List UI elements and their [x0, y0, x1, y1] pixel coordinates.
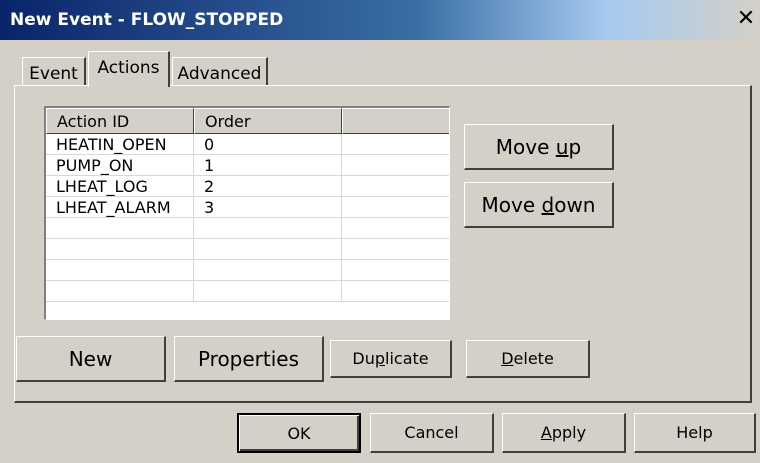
tab-advanced[interactable]: Advanced — [172, 57, 268, 85]
tab-actions[interactable]: Actions — [88, 51, 170, 87]
table-row[interactable]: LHEAT_ALARM 3 — [46, 197, 449, 218]
button-label: Du — [352, 349, 375, 368]
tab-label: Advanced — [177, 64, 262, 84]
close-icon[interactable]: ✕ — [736, 8, 756, 30]
hotkey-letter: D — [501, 349, 514, 368]
tab-event[interactable]: Event — [22, 57, 86, 85]
move-down-button[interactable]: Move d own — [464, 182, 614, 228]
empty-row — [46, 281, 449, 302]
empty-row — [46, 239, 449, 260]
cell-empty — [342, 134, 449, 155]
cell-empty — [46, 239, 194, 260]
window-title: New Event - FLOW_STOPPED — [10, 10, 284, 30]
ok-button[interactable]: OK — [237, 413, 361, 453]
cell-empty — [342, 239, 449, 260]
cancel-button[interactable]: Cancel — [370, 413, 494, 453]
button-label: licate — [385, 349, 429, 368]
cell-empty — [194, 218, 342, 239]
help-button[interactable]: Help — [634, 413, 756, 453]
cell-order: 1 — [194, 155, 342, 176]
cell-action-id: PUMP_ON — [46, 155, 194, 176]
cell-empty — [46, 281, 194, 302]
tab-label: Actions — [97, 58, 160, 78]
table-row[interactable]: LHEAT_LOG 2 — [46, 176, 449, 197]
cell-order: 3 — [194, 197, 342, 218]
cell-order: 2 — [194, 176, 342, 197]
cell-empty — [46, 260, 194, 281]
table-row[interactable]: HEATIN_OPEN 0 — [46, 134, 449, 155]
cell-empty — [194, 260, 342, 281]
cell-empty — [342, 155, 449, 176]
button-label: Move — [481, 192, 542, 217]
new-button[interactable]: New — [16, 336, 166, 382]
list-header: Action ID Order — [46, 108, 449, 134]
cell-empty — [342, 218, 449, 239]
button-label: pply — [551, 423, 587, 442]
cell-empty — [46, 218, 194, 239]
hotkey-letter: A — [540, 423, 552, 442]
button-label: p — [568, 134, 582, 159]
cell-action-id: LHEAT_ALARM — [46, 197, 194, 218]
cell-empty — [194, 239, 342, 260]
empty-row — [46, 260, 449, 281]
actions-list[interactable]: Action ID Order HEATIN_OPEN 0 PUMP_ON 1 … — [44, 106, 450, 320]
delete-button[interactable]: Delete — [466, 340, 590, 378]
duplicate-button[interactable]: Du p licate — [330, 340, 452, 378]
button-label: own — [554, 192, 596, 217]
button-label: elete — [513, 349, 554, 368]
cell-action-id: HEATIN_OPEN — [46, 134, 194, 155]
cell-empty — [194, 281, 342, 302]
tab-label: Event — [29, 64, 78, 84]
hotkey-letter: d — [541, 192, 555, 217]
empty-row — [46, 218, 449, 239]
title-bar: New Event - FLOW_STOPPED ✕ — [0, 0, 760, 40]
cell-action-id: LHEAT_LOG — [46, 176, 194, 197]
button-label: Move — [495, 134, 556, 159]
table-row[interactable]: PUMP_ON 1 — [46, 155, 449, 176]
properties-button[interactable]: Properties — [174, 336, 324, 382]
apply-button[interactable]: Apply — [502, 413, 626, 453]
hotkey-letter: p — [374, 349, 385, 368]
column-header-action-id[interactable]: Action ID — [46, 108, 194, 134]
cell-empty — [342, 260, 449, 281]
column-header-order[interactable]: Order — [194, 108, 342, 134]
hotkey-letter: u — [555, 134, 569, 159]
column-header-empty[interactable] — [342, 108, 449, 134]
cell-empty — [342, 281, 449, 302]
cell-order: 0 — [194, 134, 342, 155]
move-up-button[interactable]: Move up — [464, 124, 614, 170]
cell-empty — [342, 176, 449, 197]
cell-empty — [342, 197, 449, 218]
